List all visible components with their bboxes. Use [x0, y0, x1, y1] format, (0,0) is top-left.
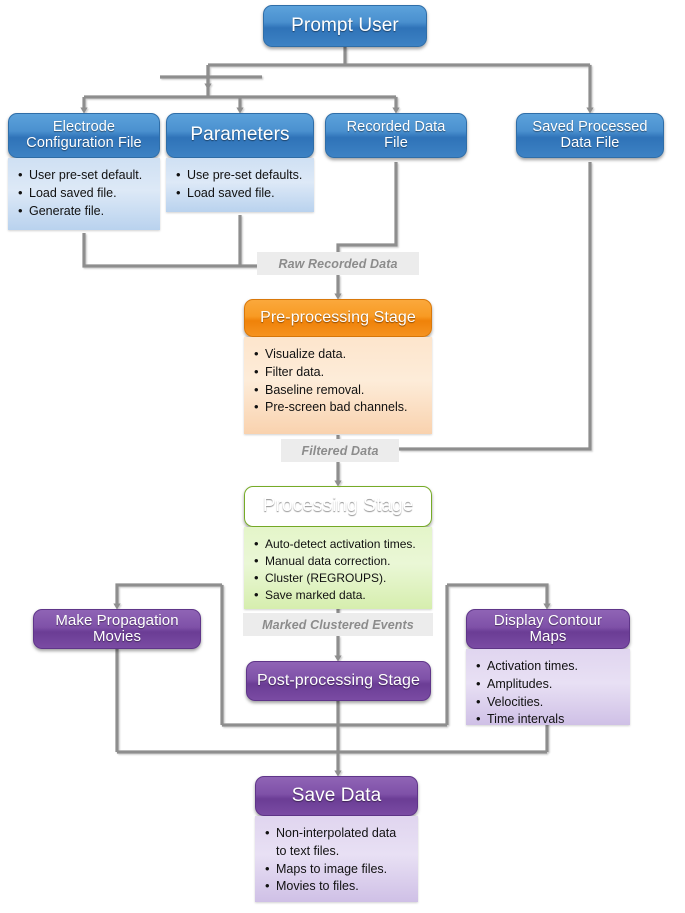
list-item: User pre-set default. [18, 166, 152, 185]
node-movies-label: Make Propagation Movies [55, 611, 179, 645]
node-contour-list: Activation times. Amplitudes. Velocities… [476, 657, 622, 729]
edge-label-filtered-data-text: Filtered Data [301, 443, 379, 458]
list-item: Save marked data. [254, 586, 424, 604]
node-processing-label: Processing Stage [262, 495, 414, 517]
list-item: Manual data correction. [254, 552, 424, 570]
list-item: Cluster (REGROUPS). [254, 569, 424, 587]
list-item: Load saved file. [18, 184, 152, 203]
list-item: Movies to files. [265, 877, 410, 896]
list-item: Auto-detect activation times. [254, 535, 424, 553]
node-processing-list: Auto-detect activation times. Manual dat… [254, 535, 424, 605]
node-movies-header[interactable]: Make Propagation Movies [33, 609, 201, 649]
edge-label-marked-clustered-events: Marked Clustered Events [243, 613, 433, 636]
list-item: Velocities. [476, 693, 622, 712]
node-pre-processing-body: Visualize data. Filter data. Baseline re… [244, 337, 432, 434]
node-prompt-user[interactable]: Prompt User [263, 5, 427, 47]
node-electrode-header[interactable]: Electrode Configuration File [8, 113, 160, 158]
node-parameters-body: Use pre-set defaults. Load saved file. [166, 158, 314, 212]
node-processing-body: Auto-detect activation times. Manual dat… [244, 527, 432, 609]
node-post-processing-stage[interactable]: Post-processing Stage [246, 661, 431, 701]
node-save-data-body: Non-interpolated data to text files. Map… [255, 816, 418, 902]
node-recorded-label: Recorded Data File [346, 118, 446, 151]
node-saved-processed-header[interactable]: Saved Processed Data File [516, 113, 664, 158]
list-item: Filter data. [254, 363, 424, 382]
list-item: Pre-screen bad channels. [254, 398, 424, 417]
node-parameters-list: Use pre-set defaults. Load saved file. [176, 166, 306, 203]
list-item: Non-interpolated data to text files. [265, 824, 410, 861]
list-item: Time intervals [476, 710, 622, 729]
node-save-data-list: Non-interpolated data to text files. Map… [265, 824, 410, 896]
node-post-processing-label: Post-processing Stage [256, 672, 421, 690]
node-processing-header[interactable]: Processing Stage [244, 486, 432, 527]
node-pre-processing-stage[interactable]: Pre-processing Stage Visualize data. Fil… [244, 299, 432, 434]
node-parameters-label: Parameters [190, 124, 290, 146]
node-pre-processing-label: Pre-processing Stage [260, 309, 416, 327]
flowchart-diagram: Prompt User Electrode Configuration File … [0, 0, 685, 913]
node-save-data-header[interactable]: Save Data [255, 776, 418, 816]
edge-label-raw-recorded-data-text: Raw Recorded Data [278, 256, 398, 271]
node-recorded-header[interactable]: Recorded Data File [325, 113, 467, 158]
node-electrode-label: Electrode Configuration File [26, 118, 142, 151]
node-electrode-list: User pre-set default. Load saved file. G… [18, 166, 152, 221]
list-item: Amplitudes. [476, 675, 622, 694]
list-item: Activation times. [476, 657, 622, 676]
node-saved-processed-label: Saved Processed Data File [532, 118, 648, 151]
node-electrode-configuration-file[interactable]: ElectrodeConfiguration File User pre-set… [8, 113, 160, 230]
node-contour-header[interactable]: Display Contour Maps [466, 609, 630, 649]
node-recorded-data-file[interactable]: Recorded Data File [325, 113, 467, 158]
node-processing-stage[interactable]: Processing Stage Auto-detect activation … [244, 486, 432, 609]
edge-label-raw-recorded-data: Raw Recorded Data [257, 252, 419, 275]
node-contour-body: Activation times. Amplitudes. Velocities… [466, 649, 630, 728]
node-electrode-body: User pre-set default. Load saved file. G… [8, 158, 160, 230]
node-saved-processed-data-file[interactable]: Saved Processed Data File [516, 113, 664, 158]
edge-label-filtered-data: Filtered Data [281, 439, 399, 462]
node-pre-processing-header[interactable]: Pre-processing Stage [244, 299, 432, 337]
node-display-contour-maps[interactable]: Display ContourMaps Activation times. Am… [466, 609, 630, 728]
edge-label-marked-clustered-events-text: Marked Clustered Events [262, 617, 414, 632]
list-item: Generate file. [18, 202, 152, 221]
node-prompt-user-header[interactable]: Prompt User [263, 5, 427, 47]
list-item: Visualize data. [254, 345, 424, 364]
node-contour-label: Display Contour Maps [493, 611, 603, 645]
list-item: Maps to image files. [265, 860, 410, 879]
node-post-processing-header[interactable]: Post-processing Stage [246, 661, 431, 701]
node-save-data-label: Save Data [291, 784, 382, 806]
node-prompt-user-label: Prompt User [291, 14, 399, 36]
list-item: Baseline removal. [254, 381, 424, 400]
list-item: Use pre-set defaults. [176, 166, 306, 185]
node-save-data[interactable]: Save Data Non-interpolated data to text … [255, 776, 418, 902]
node-make-propagation-movies[interactable]: Make Propagation Movies [33, 609, 201, 649]
node-parameters-header[interactable]: Parameters [166, 113, 314, 158]
node-pre-processing-list: Visualize data. Filter data. Baseline re… [254, 345, 424, 417]
list-item: Load saved file. [176, 184, 306, 203]
node-parameters[interactable]: Parameters Use pre-set defaults. Load sa… [166, 113, 314, 212]
